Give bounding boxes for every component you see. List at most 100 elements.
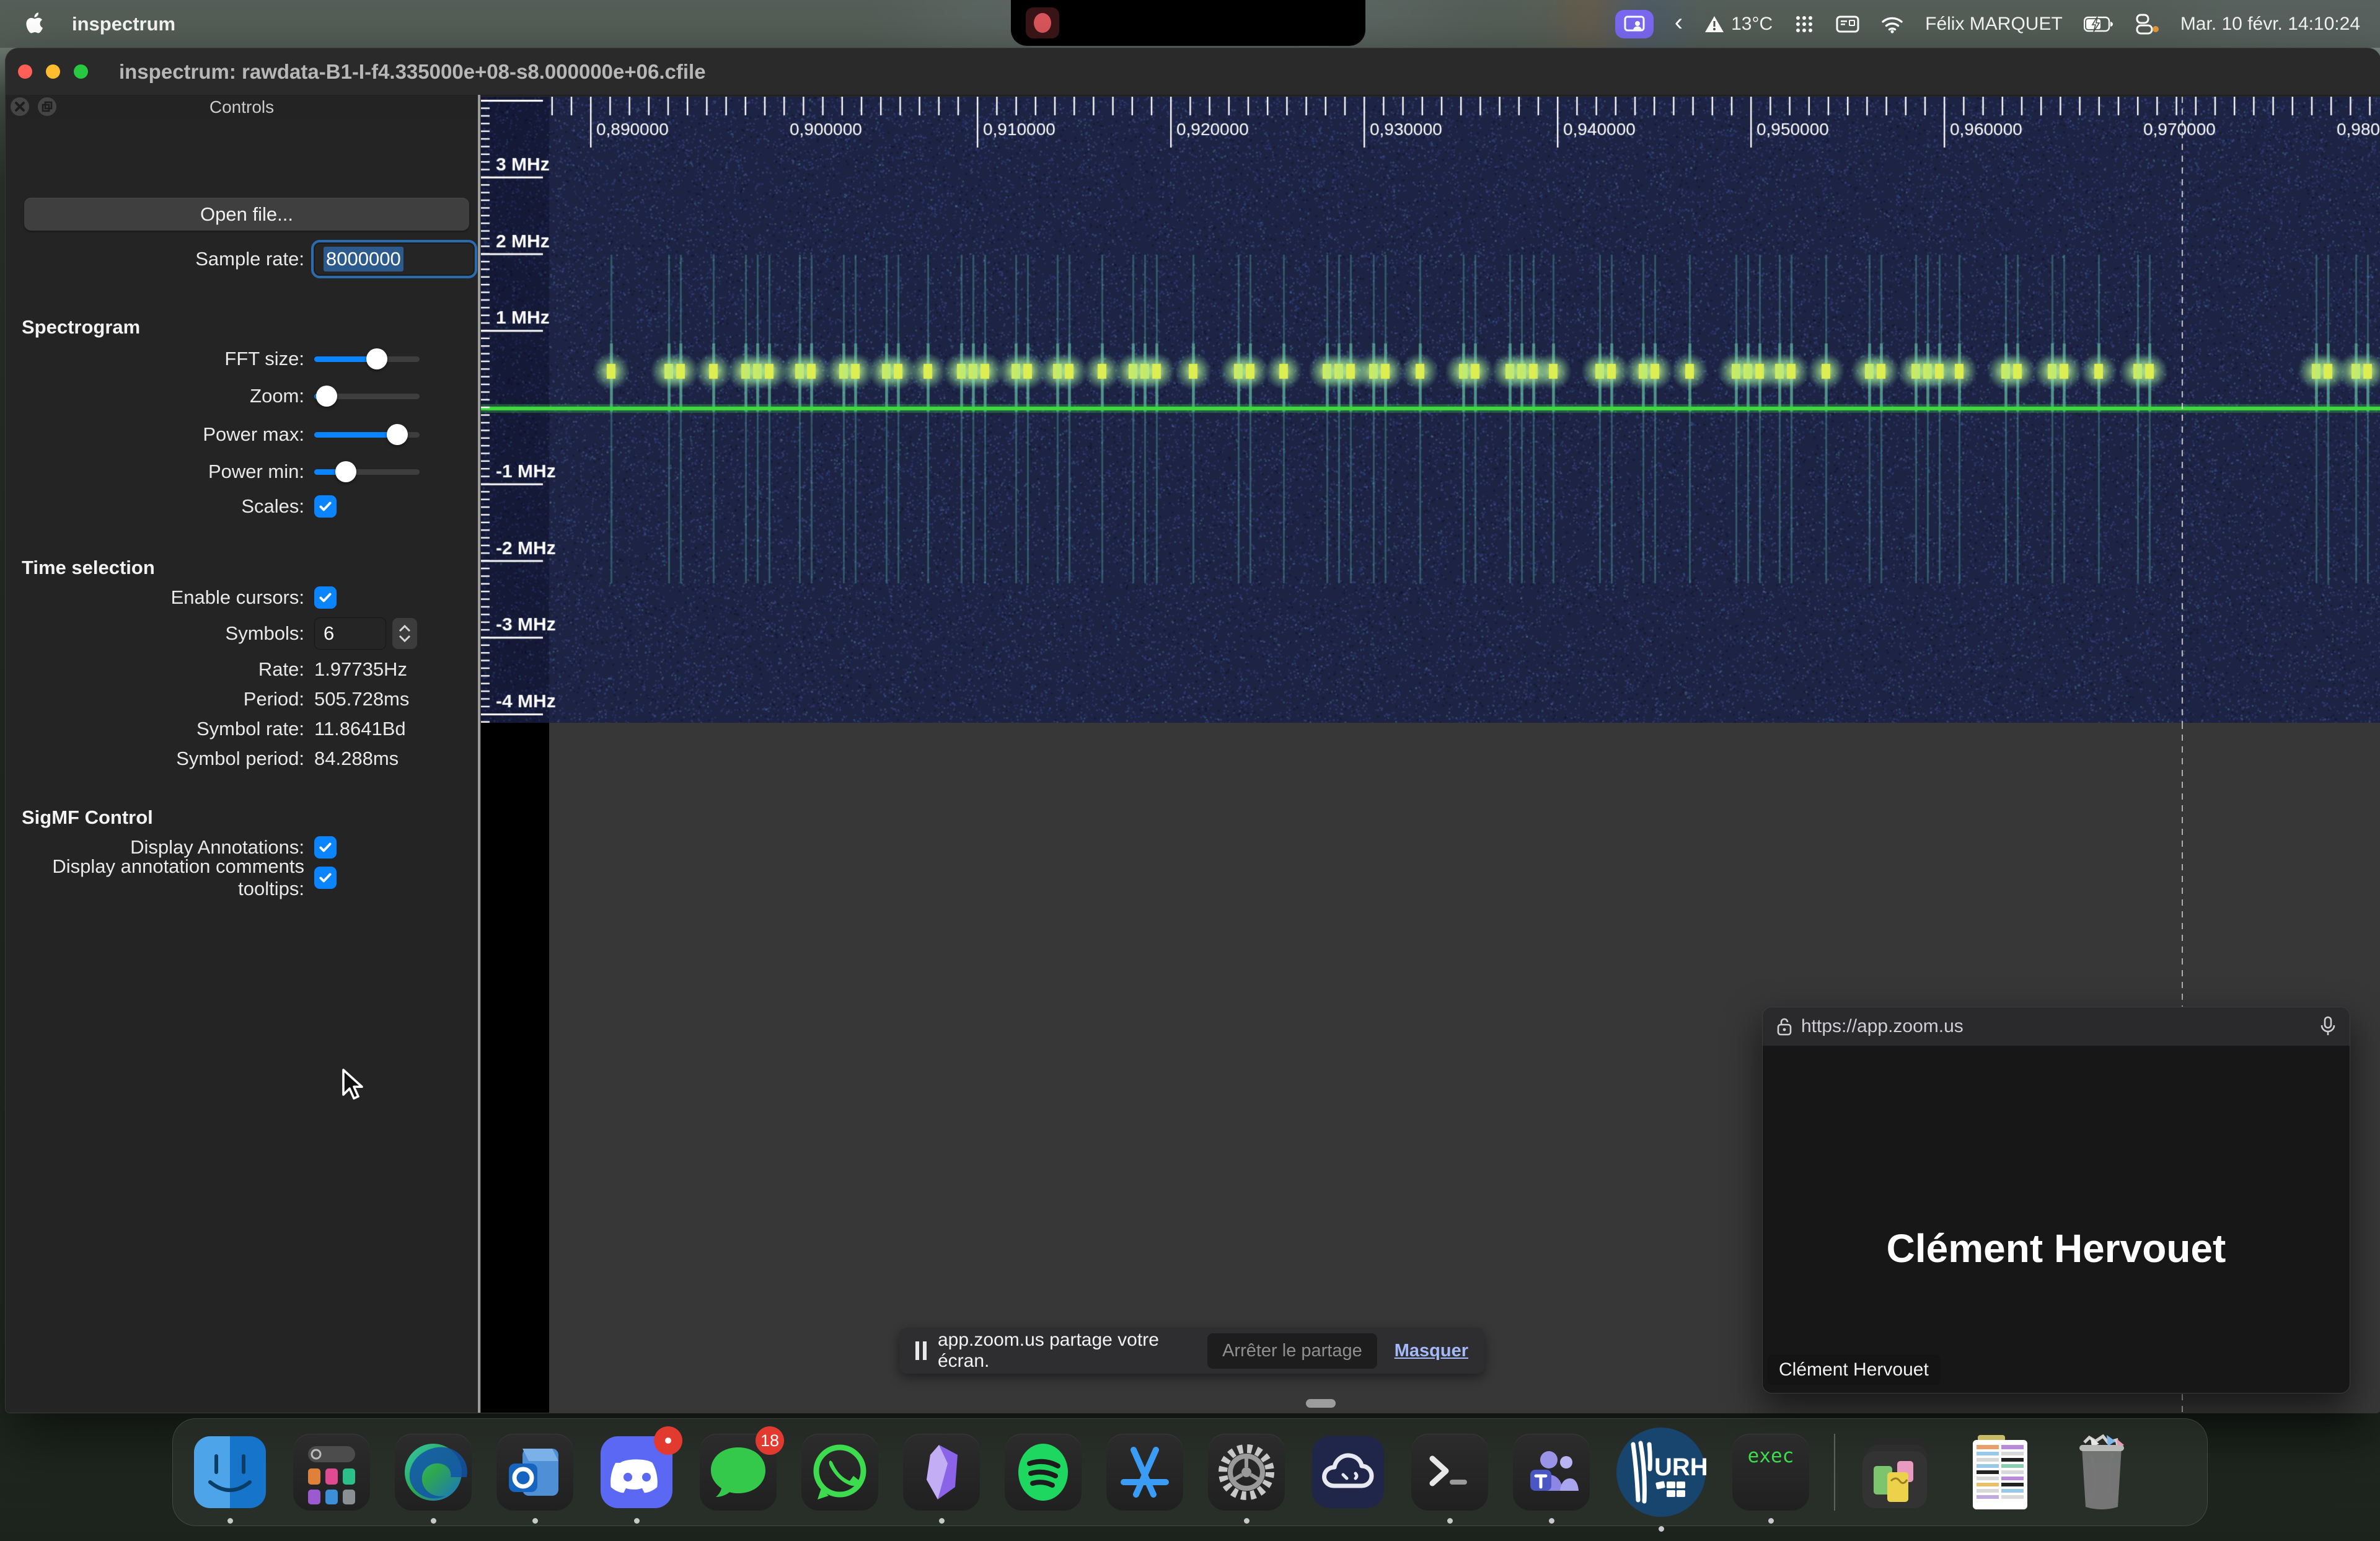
sample-rate-input[interactable]: 8000000 — [314, 243, 474, 275]
keyboard-menu-icon[interactable] — [1836, 15, 1859, 33]
rate-value: 1.97735Hz — [314, 658, 407, 681]
dock-item-launchpad[interactable] — [293, 1434, 370, 1511]
temperature-label: 13°C — [1731, 14, 1773, 35]
time-selection-section-title: Time selection — [22, 557, 155, 579]
wifi-menu-icon[interactable] — [1880, 15, 1904, 33]
zoom-video-area: Clément Hervouet Clément Hervouet — [1763, 1046, 2350, 1393]
display-annotation-tooltips-checkbox[interactable] — [314, 867, 337, 889]
panel-splitter[interactable] — [478, 95, 480, 1413]
close-window-button[interactable] — [18, 64, 32, 79]
controls-dock-header[interactable]: Controls — [6, 95, 478, 120]
dock-item-whatsapp[interactable] — [801, 1434, 878, 1511]
dock-item-exec[interactable]: exec — [1732, 1434, 1809, 1511]
screen-share-notification: app.zoom.us partage votre écran. Arrêter… — [899, 1328, 1484, 1374]
symbols-value: 6 — [324, 622, 334, 645]
user-name-menu-item[interactable]: Félix MARQUET — [1925, 14, 2063, 35]
window-resize-grip[interactable] — [1306, 1399, 1336, 1408]
settings-gear-icon — [1208, 1434, 1285, 1511]
zoom-floating-window[interactable]: https://app.zoom.us Clément Hervouet Clé… — [1762, 1007, 2350, 1393]
fft-size-slider[interactable] — [314, 348, 420, 369]
svg-text:URH: URH — [1654, 1454, 1708, 1481]
zoom-window-button[interactable] — [74, 64, 88, 79]
window-title-bar[interactable]: inspectrum: rawdata-B1-I-f4.335000e+08-s… — [6, 48, 2380, 95]
zoom-url[interactable]: https://app.zoom.us — [1801, 1016, 1963, 1037]
urh-icon: URH — [1615, 1426, 1708, 1519]
record-button[interactable] — [1026, 7, 1059, 38]
cloud-app-icon — [1310, 1434, 1386, 1511]
dock-item-cloudapp[interactable] — [1310, 1434, 1386, 1511]
dock-item-messages[interactable]: 18 — [700, 1434, 777, 1511]
power-max-slider-thumb[interactable] — [387, 424, 408, 445]
grid-menu-icon[interactable] — [1794, 14, 1815, 35]
finder-icon — [192, 1434, 268, 1511]
fft-size-slider-thumb[interactable] — [366, 348, 387, 369]
dock-item-settings[interactable] — [1208, 1434, 1285, 1511]
symbol-rate-value: 11.8641Bd — [314, 718, 406, 740]
dock-item-obsidian[interactable] — [903, 1434, 980, 1511]
dock: 18 — [172, 1418, 2208, 1526]
power-min-label: Power min: — [6, 461, 314, 483]
dock-item-discord[interactable] — [598, 1434, 675, 1511]
zoom-window-header[interactable]: https://app.zoom.us — [1763, 1007, 2350, 1046]
dock-item-urh[interactable]: URH — [1615, 1426, 1708, 1519]
dock-item-notes-stack[interactable] — [1860, 1434, 1937, 1511]
sample-rate-value: 8000000 — [324, 247, 403, 272]
stop-share-button[interactable]: Arrêter le partage — [1207, 1333, 1377, 1369]
apple-menu[interactable] — [26, 11, 48, 37]
symbols-stepper[interactable] — [392, 618, 417, 649]
dock-item-teams[interactable] — [1513, 1434, 1590, 1511]
controls-panel: Open file... Sample rate: 8000000 Spectr… — [6, 118, 478, 1413]
dock-item-trash[interactable] — [2063, 1434, 2140, 1511]
power-min-slider-thumb[interactable] — [335, 461, 356, 482]
rate-label: Rate: — [6, 658, 314, 681]
dock-item-appstore[interactable] — [1106, 1434, 1183, 1511]
battery-icon — [2084, 16, 2113, 32]
wifi-icon — [1880, 15, 1904, 33]
menubar-collapse-chevron[interactable]: ‹ — [1675, 10, 1683, 35]
edge-icon — [395, 1434, 472, 1511]
sigmf-section-title: SigMF Control — [22, 806, 153, 829]
profiles-icon — [2135, 14, 2159, 35]
terminal-icon — [1411, 1434, 1488, 1511]
enable-cursors-checkbox[interactable] — [314, 586, 337, 609]
launchpad-icon — [293, 1434, 370, 1511]
hide-share-link[interactable]: Masquer — [1395, 1341, 1468, 1361]
dock-divider — [1834, 1434, 1835, 1511]
dock-item-finder[interactable] — [192, 1434, 268, 1511]
zoom-slider-thumb[interactable] — [316, 386, 337, 407]
clock-menu-item[interactable]: Mar. 10 févr. 14:10:24 — [2180, 14, 2360, 35]
dock-item-spotify[interactable] — [1005, 1434, 1082, 1511]
apple-logo-icon — [26, 11, 48, 37]
dock-item-terminal[interactable] — [1411, 1434, 1488, 1511]
menubar-app-name[interactable]: inspectrum — [72, 13, 175, 35]
minimize-window-button[interactable] — [46, 64, 60, 79]
spreadsheet-icon — [1962, 1434, 2038, 1511]
chevron-down-icon — [399, 635, 411, 642]
sample-rate-label: Sample rate: — [6, 248, 314, 270]
dock-item-outlook[interactable] — [496, 1434, 573, 1511]
dock-item-spreadsheet[interactable] — [1962, 1434, 2038, 1511]
symbols-input[interactable]: 6 — [314, 617, 386, 650]
desktop: { "menu_bar": { "app_name": "inspectrum"… — [0, 0, 2380, 1541]
dock-item-edge[interactable] — [395, 1434, 472, 1511]
power-min-slider[interactable] — [314, 461, 420, 482]
scales-checkbox[interactable] — [314, 495, 337, 518]
open-file-button[interactable]: Open file... — [24, 198, 469, 231]
user-switch-menu-icon[interactable] — [2135, 14, 2159, 35]
microphone-icon[interactable] — [2320, 1016, 2336, 1037]
display-annotations-checkbox[interactable] — [314, 836, 337, 859]
power-max-slider[interactable] — [314, 424, 420, 445]
symbols-label: Symbols: — [6, 622, 314, 645]
symbol-period-label: Symbol period: — [6, 748, 314, 770]
screen-sharing-menu-icon[interactable] — [1615, 10, 1654, 38]
keyboard-icon — [1836, 15, 1859, 33]
chevron-up-icon — [399, 625, 411, 632]
spotify-icon — [1005, 1434, 1082, 1511]
messages-unread-badge: 18 — [756, 1426, 784, 1455]
weather-menu-item[interactable]: 13°C — [1704, 14, 1773, 35]
spectrogram-plot[interactable] — [481, 97, 2380, 723]
battery-menu-icon[interactable] — [2084, 16, 2113, 32]
zoom-slider[interactable] — [314, 386, 420, 407]
obsidian-icon — [903, 1434, 980, 1511]
participant-name: Clément Hervouet — [1763, 1225, 2350, 1271]
